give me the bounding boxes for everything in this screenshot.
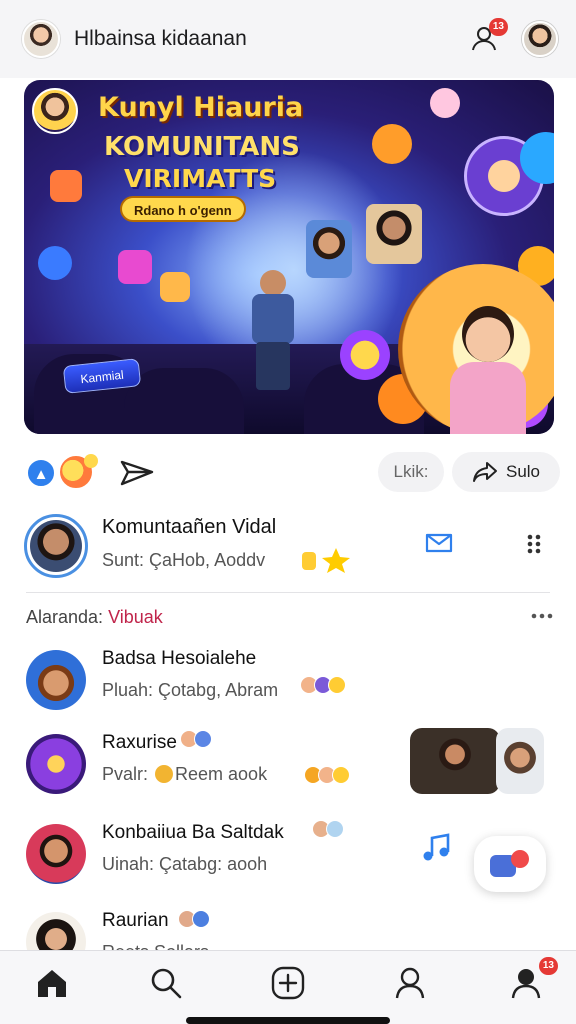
video-thumbnail[interactable] <box>410 728 500 794</box>
page-title: Hlbainsa kidaanan <box>74 27 247 50</box>
floating-chat-button[interactable] <box>474 836 546 892</box>
share-button[interactable]: Sulo <box>452 452 560 492</box>
chat-reaction-icon <box>490 850 529 877</box>
more-horizontal-icon[interactable] <box>530 606 554 626</box>
home-icon <box>38 970 66 997</box>
list-avatar[interactable] <box>26 650 86 710</box>
banner-title: Kunyl Hiauria <box>98 92 304 123</box>
thumbs-up-icon[interactable]: ▲ <box>26 458 56 488</box>
chat-bubble-icon <box>38 246 72 280</box>
banner-title-line3: VIRIMATTS <box>124 164 277 193</box>
nav-home[interactable] <box>32 963 72 1003</box>
star-bubble-icon <box>340 330 390 380</box>
emoji-cluster-icon <box>180 730 212 754</box>
notification-badge: 13 <box>488 18 508 36</box>
list-avatar[interactable] <box>26 824 86 884</box>
share-label: Sulo <box>505 462 541 481</box>
banner-logo <box>32 88 78 134</box>
list-item-subtitle: Uinah: Çatabg: aooh <box>102 854 268 874</box>
nav-create[interactable] <box>268 963 308 1003</box>
list-item-subtitle: Pvalr: Reem aook <box>102 764 267 785</box>
featured-community[interactable]: Komuntaañen Vidal Sunt: ÇaHob, Aoddv <box>0 508 576 592</box>
media-thumbnails[interactable] <box>410 728 544 794</box>
community-avatar[interactable] <box>22 20 60 58</box>
emoji-cluster-icon <box>300 676 346 700</box>
clap-emoji-icon <box>302 548 350 573</box>
featured-avatar[interactable] <box>24 514 88 578</box>
crowd-silhouette <box>124 368 244 434</box>
section-label-text: Alaranda: <box>26 607 109 627</box>
section-label-accent: Vibuak <box>108 607 163 627</box>
featured-girl-figure <box>442 306 532 434</box>
emoji-cluster-icon <box>304 766 350 790</box>
sticker-tile <box>160 272 190 302</box>
banner-cta-pill[interactable]: Rdano h o'genn <box>120 196 246 222</box>
sticker-tile <box>118 250 152 284</box>
list-item-name: Raurian <box>102 910 169 931</box>
send-icon[interactable] <box>118 454 156 492</box>
profile-icon <box>395 967 425 999</box>
emoji-cluster-icon <box>178 910 210 934</box>
list-item-name: Konbaiiua Ba Saltdak <box>102 822 284 843</box>
list-item-name: Badsa Hesoialehe <box>102 648 257 669</box>
share-arrow-icon <box>472 462 497 482</box>
list-item-subtitle-tail: Reem aook <box>175 764 268 784</box>
emoji-cluster-icon <box>312 820 344 844</box>
fan-photo <box>366 204 422 264</box>
account-badge: 13 <box>538 957 558 975</box>
bottom-navigation: 13 <box>0 950 576 1024</box>
notifications-button[interactable]: 13 <box>470 18 508 54</box>
post-actions: ▲ Lkik: Sulo <box>0 446 576 500</box>
sticker-tile <box>50 170 82 202</box>
list-item[interactable]: Badsa Hesoialehe Pluah: Çotabg, Abram <box>0 642 576 724</box>
more-options-icon[interactable] <box>522 532 546 556</box>
music-bubble-icon <box>372 124 412 164</box>
search-icon <box>151 968 182 999</box>
app-root: Hlbainsa kidaanan 13 Kunyl Hiauria KOMUN… <box>0 0 576 1024</box>
list-avatar[interactable] <box>26 734 86 794</box>
like-button[interactable]: Lkik: <box>378 452 444 492</box>
emoji-reaction-icon[interactable] <box>58 454 98 490</box>
divider <box>26 592 550 593</box>
performer-figure <box>238 270 308 390</box>
section-label: Alaranda: Vibuak <box>26 607 163 628</box>
list-item-subtitle: Pluah: Çotabg, Abram <box>102 680 279 700</box>
account-icon <box>511 969 541 999</box>
video-thumbnail[interactable] <box>496 728 544 794</box>
sticker-icon <box>430 88 460 118</box>
fan-photo <box>306 220 352 278</box>
profile-avatar[interactable] <box>522 21 558 57</box>
home-indicator <box>186 1017 390 1024</box>
list-item-subtitle-prefix: Pvalr: <box>102 764 154 784</box>
coin-icon <box>155 765 174 783</box>
message-icon[interactable] <box>424 528 454 558</box>
list-item[interactable]: Raxurise Pvalr: Reem aook <box>0 726 576 808</box>
banner-title-line2: KOMUNITANS <box>104 132 300 162</box>
top-header: Hlbainsa kidaanan 13 <box>0 0 576 78</box>
add-icon <box>271 966 305 1000</box>
list-item-name: Raxurise <box>102 732 177 753</box>
hero-banner[interactable]: Kunyl Hiauria KOMUNITANS VIRIMATTS Rdano… <box>24 80 554 434</box>
music-note-icon[interactable] <box>420 830 454 864</box>
nav-profile[interactable] <box>390 963 430 1003</box>
nav-search[interactable] <box>146 963 186 1003</box>
featured-name: Komuntaañen Vidal <box>102 516 277 538</box>
nav-account[interactable]: 13 <box>506 957 558 1003</box>
featured-subtitle: Sunt: ÇaHob, Aoddv <box>102 550 266 570</box>
